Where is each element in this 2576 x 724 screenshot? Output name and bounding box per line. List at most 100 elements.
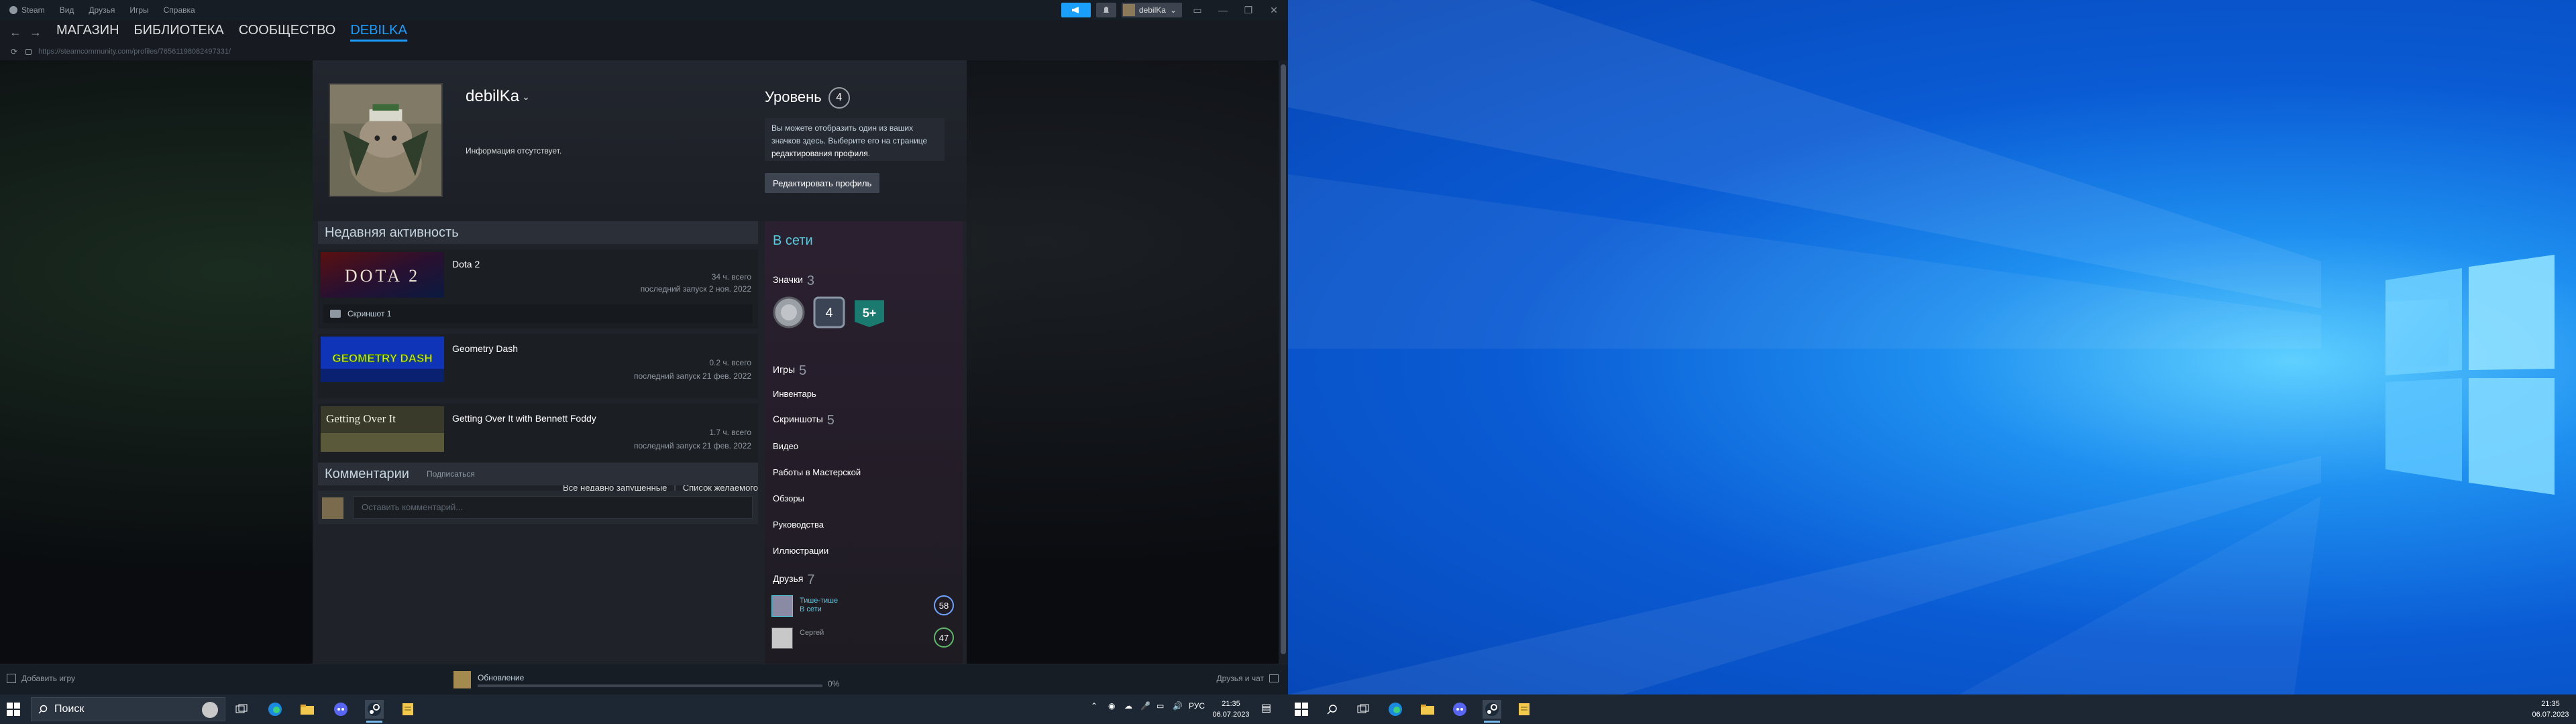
- taskbar-search[interactable]: Поиск: [31, 697, 225, 721]
- tab-profile[interactable]: DEBILKA: [350, 23, 407, 42]
- clock-date: 06.07.2023: [1212, 711, 1250, 719]
- menu-help[interactable]: Справка: [164, 5, 195, 15]
- persona-name-text: debilKa: [466, 87, 520, 105]
- network-icon[interactable]: ▭: [1157, 701, 1164, 711]
- videos-link[interactable]: Видео: [773, 441, 798, 451]
- comment-box: Оставить комментарий...: [318, 491, 758, 524]
- subscribe-link[interactable]: Подписаться: [427, 469, 475, 479]
- geometry-dash-capsule-text: GEOMETRY DASH: [332, 352, 432, 365]
- refresh-icon[interactable]: ⟳: [11, 47, 17, 56]
- scrollbar-thumb[interactable]: [1281, 64, 1286, 654]
- badge-years-icon[interactable]: 4: [812, 295, 847, 330]
- windows-start-icon[interactable]: [7, 703, 20, 716]
- tab-library[interactable]: БИБЛИОТЕКА: [134, 23, 224, 42]
- friends-link[interactable]: Друзья 7: [773, 572, 815, 588]
- comment-input[interactable]: Оставить комментарий...: [353, 496, 753, 519]
- games-link[interactable]: Игры 5: [773, 363, 806, 379]
- search-placeholder: Поиск: [54, 703, 85, 715]
- taskbar-clock[interactable]: 21:35 06.07.2023: [2529, 699, 2572, 720]
- discord-icon[interactable]: [1450, 700, 1469, 719]
- steam-taskbar-icon[interactable]: [365, 700, 384, 723]
- screenshots-link[interactable]: Скриншоты 5: [773, 413, 835, 428]
- tab-community[interactable]: СООБЩЕСТВО: [239, 23, 336, 42]
- menu-games[interactable]: Игры: [129, 5, 148, 15]
- friend-item[interactable]: Тише-тише В сети 58: [771, 595, 959, 617]
- game-name[interactable]: Getting Over It with Bennett Foddy: [452, 413, 596, 424]
- edge-icon[interactable]: [1386, 700, 1405, 719]
- tray-icon-2[interactable]: ☁: [1124, 701, 1132, 711]
- badges-link[interactable]: Значки 3: [773, 274, 814, 289]
- big-picture-icon[interactable]: ▭: [1187, 3, 1208, 17]
- taskbar-clock[interactable]: 21:35 06.07.2023: [1208, 699, 1254, 720]
- profile-header: debilKa ⌄ Информация отсутствует. Уровень…: [313, 60, 967, 221]
- badges-label: Значки: [773, 274, 803, 285]
- getting-over-it-capsule-image: Getting Over It: [321, 406, 444, 452]
- maximize-button[interactable]: ❐: [1238, 3, 1258, 17]
- dota2-capsule-image: DOTA 2: [321, 252, 444, 298]
- menu-bar: Steam Вид Друзья Игры Справка: [0, 5, 195, 15]
- windows-start-icon[interactable]: [1295, 703, 1308, 716]
- add-game-button[interactable]: Добавить игру: [7, 674, 75, 683]
- badges-count: 3: [806, 274, 815, 288]
- search-icon[interactable]: [1323, 700, 1342, 719]
- menu-view[interactable]: Вид: [60, 5, 74, 15]
- language-indicator[interactable]: РУС: [1189, 701, 1205, 711]
- account-menu[interactable]: debilKa ⌄: [1121, 3, 1182, 17]
- discord-icon[interactable]: [331, 700, 350, 719]
- task-view-icon[interactable]: [1354, 700, 1373, 719]
- badge-five-plus-icon[interactable]: 5+: [852, 295, 887, 330]
- announcements-button[interactable]: [1061, 3, 1091, 17]
- inventory-link[interactable]: Инвентарь: [773, 389, 816, 399]
- screenshot-row[interactable]: Скриншот 1: [323, 304, 753, 323]
- tray-chevron-icon[interactable]: ⌃: [1091, 701, 1097, 711]
- workshop-link[interactable]: Работы в Мастерской: [773, 467, 861, 477]
- volume-icon[interactable]: 🔊: [1173, 701, 1183, 711]
- chevron-down-icon[interactable]: ⌄: [522, 91, 530, 102]
- task-view-icon[interactable]: [232, 700, 251, 719]
- profile-summary: Информация отсутствует.: [466, 146, 562, 156]
- steam-taskbar-icon[interactable]: [1483, 700, 1501, 723]
- file-explorer-icon[interactable]: [1418, 700, 1437, 719]
- lock-icon: [25, 48, 32, 55]
- avatar: [771, 595, 793, 617]
- featured-badge-hint: Вы можете отобразить один из ваших значк…: [765, 118, 945, 161]
- level-label: Уровень: [765, 88, 822, 105]
- game-capsule-dota2[interactable]: DOTA 2: [321, 252, 444, 298]
- notepad-icon[interactable]: [1515, 700, 1534, 719]
- game-capsule-geometry-dash[interactable]: GEOMETRY DASH: [321, 337, 444, 382]
- level-badge[interactable]: 4: [828, 87, 850, 109]
- edit-profile-link[interactable]: редактирования профиля: [771, 149, 868, 158]
- file-explorer-icon[interactable]: [298, 700, 317, 719]
- artwork-link[interactable]: Иллюстрации: [773, 546, 828, 556]
- edge-icon[interactable]: [266, 700, 284, 719]
- comments-header: Комментарии Подписаться: [318, 463, 758, 485]
- back-arrow-icon[interactable]: ←: [9, 25, 21, 40]
- reviews-link[interactable]: Обзоры: [773, 493, 804, 503]
- minimize-button[interactable]: —: [1213, 3, 1233, 17]
- menu-steam[interactable]: Steam: [9, 5, 45, 15]
- tray-icon-1[interactable]: ◉: [1108, 701, 1115, 711]
- friend-item[interactable]: Сергей 47: [771, 627, 959, 649]
- notepad-icon[interactable]: [398, 700, 417, 719]
- recent-activity: Недавняя активность DOTA 2 Dota 2 34 ч. …: [318, 221, 758, 657]
- url-text[interactable]: https://steamcommunity.com/profiles/7656…: [38, 48, 231, 56]
- game-name[interactable]: Geometry Dash: [452, 343, 518, 354]
- tab-store[interactable]: МАГАЗИН: [56, 23, 119, 42]
- forward-arrow-icon[interactable]: →: [30, 25, 42, 40]
- friends-label: Друзья: [773, 573, 804, 584]
- friends-chat-button[interactable]: Друзья и чат: [1217, 674, 1279, 683]
- game-name[interactable]: Dota 2: [452, 259, 480, 269]
- guides-link[interactable]: Руководства: [773, 520, 824, 530]
- geometry-dash-capsule-image: GEOMETRY DASH: [321, 337, 444, 382]
- badge-coin-icon[interactable]: [771, 295, 806, 330]
- notification-center-icon[interactable]: ▤: [1261, 701, 1271, 715]
- notifications-button[interactable]: [1095, 3, 1116, 17]
- game-capsule-getting-over-it[interactable]: Getting Over It: [321, 406, 444, 452]
- close-button[interactable]: ✕: [1264, 3, 1284, 17]
- mic-icon[interactable]: 🎤: [1140, 701, 1150, 711]
- download-label: Обновление: [478, 673, 525, 682]
- persona-name[interactable]: debilKa ⌄: [466, 87, 530, 106]
- edit-profile-button[interactable]: Редактировать профиль: [765, 173, 880, 193]
- download-status[interactable]: Обновление 0%: [453, 670, 843, 690]
- menu-friends[interactable]: Друзья: [89, 5, 115, 15]
